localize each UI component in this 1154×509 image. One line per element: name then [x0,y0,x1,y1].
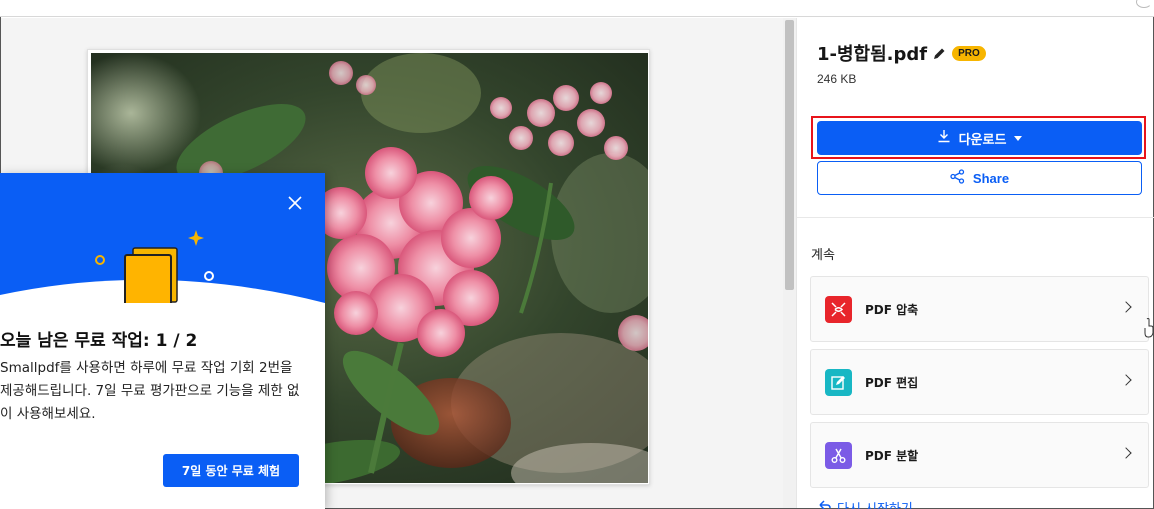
tool-card-split[interactable]: PDF 분할 [810,422,1149,488]
pro-badge: PRO [952,45,986,61]
tool-card-compress[interactable]: PDF 압축 [810,276,1149,342]
edit-icon [825,368,852,396]
preview-scrollbar[interactable] [783,18,796,508]
close-icon[interactable] [286,194,304,212]
section-divider [797,217,1154,218]
caret-down-icon [1014,131,1023,146]
undo-icon [819,499,831,509]
popup-body: Smallpdf를 사용하면 하루에 무료 작업 기회 2번을 제공해드립니다.… [0,360,300,422]
continue-heading: 계속 [811,248,835,263]
file-sidebar: 1-병합됨.pdf PRO 246 KB 다운로드 Share 계속 PDF 압… [796,18,1154,509]
tool-card-edit[interactable]: PDF 편집 [810,349,1149,415]
scissors-icon [825,441,852,469]
file-title-row: 1-병합됨.pdf PRO [817,40,986,66]
corner-curl [1136,0,1152,8]
download-button[interactable]: 다운로드 [817,121,1142,155]
restart-link[interactable]: 다시 시작하기 [819,498,913,509]
file-size: 246 KB [817,72,857,86]
tool-label-edit: PDF 편집 [865,375,919,390]
tool-label-compress: PDF 압축 [865,302,919,317]
chevron-right-icon [1120,447,1132,459]
share-label: Share [972,170,1010,186]
download-label: 다운로드 [958,132,1007,148]
popup-title: 오늘 남은 무료 작업: 1 / 2 [0,331,198,351]
file-name[interactable]: 1-병합됨.pdf [817,40,927,66]
share-icon [950,169,965,187]
scrollbar-thumb[interactable] [785,20,794,290]
mouse-cursor-icon [1144,318,1154,338]
tool-label-split: PDF 분할 [865,448,919,463]
free-tasks-popup: 오늘 남은 무료 작업: 1 / 2 Smallpdf를 사용하면 하루에 무료… [0,173,325,509]
document-illustration [95,230,214,303]
download-icon [937,129,951,147]
compress-icon [825,295,852,323]
pencil-icon[interactable] [933,47,946,60]
chevron-right-icon [1120,301,1132,313]
share-button[interactable]: Share [817,161,1142,195]
chevron-right-icon [1120,374,1132,386]
popup-header [0,173,325,303]
restart-label: 다시 시작하기 [837,498,913,509]
free-trial-button[interactable]: 7일 동안 무료 체험 [163,454,299,487]
top-strip [0,0,1154,17]
